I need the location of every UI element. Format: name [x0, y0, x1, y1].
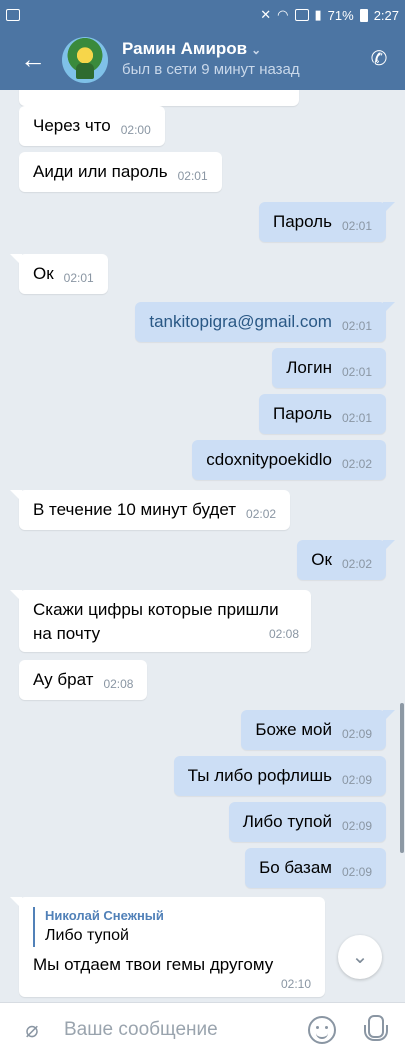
reply-message-bubble[interactable]: Николай Снежный Либо тупой Мы отдаем тво…: [10, 897, 325, 997]
message-text: Боже мой: [255, 720, 332, 739]
message-bubble[interactable]: Боже мой 02:09: [241, 710, 395, 750]
wifi-icon: ◠: [277, 7, 289, 22]
message-bubble[interactable]: Пароль 02:01: [258, 202, 396, 242]
message-text: Аиди или пароль: [33, 162, 168, 181]
contact-name[interactable]: Рамин Амиров ⌄: [122, 39, 261, 59]
message-bubble[interactable]: Через что 02:00: [19, 106, 165, 146]
mute-icon: ✕: [260, 7, 272, 22]
message-bubble[interactable]: Ок 02:01: [10, 254, 108, 294]
message-bubble[interactable]: В течение 10 минут будет 02:02: [9, 490, 291, 530]
message-bubble[interactable]: Пароль 02:01: [258, 394, 386, 434]
message-text: Скажи цифры которые пришли на почту: [33, 600, 279, 643]
message-text: Пароль: [272, 212, 332, 231]
message-bubble[interactable]: Ау брат 02:08: [19, 660, 148, 700]
message-bubble[interactable]: Скажи цифры которые пришли на почту 02:08: [10, 590, 311, 652]
phone-icon[interactable]: ✆: [364, 44, 394, 74]
message-time: 02:02: [341, 457, 372, 471]
message-text: Мы отдаем твои гемы другому: [33, 955, 274, 974]
message-bubble[interactable]: Ты либо рофлишь 02:09: [173, 756, 386, 796]
message-input[interactable]: Ваше сообщение: [64, 1019, 218, 1041]
message-text: Ок: [311, 550, 332, 569]
message-time: 02:02: [246, 507, 277, 521]
back-arrow-icon[interactable]: ←: [18, 44, 48, 74]
message-time: 02:01: [177, 169, 208, 183]
quoted-message[interactable]: Николай Снежный Либо тупой: [33, 907, 164, 947]
message-bubble[interactable]: Аиди или пароль 02:01: [19, 152, 222, 192]
message-text: Ау брат: [33, 670, 94, 689]
message-text: Ок: [33, 264, 54, 283]
avatar[interactable]: [62, 37, 108, 83]
message-time: 02:09: [341, 727, 372, 741]
message-text: cdoxnitypoekidlo: [206, 450, 332, 469]
signal-icon: ▮: [314, 7, 322, 22]
message-text: В течение 10 минут будет: [33, 500, 237, 519]
microphone-icon[interactable]: [360, 1015, 388, 1047]
message-text: Либо тупой: [242, 812, 332, 831]
message-time: 02:09: [341, 865, 372, 879]
last-seen-status: был в сети 9 минут назад: [122, 61, 300, 78]
status-bar: ✕ ◠ ▮ 71% 2:27: [0, 0, 405, 30]
sim-icon: [294, 9, 309, 21]
clock: 2:27: [373, 7, 399, 23]
message-text: Логин: [286, 358, 332, 377]
message-bubble[interactable]: Бо базам 02:09: [245, 848, 386, 888]
message-text: Через что: [33, 116, 111, 135]
message-text: Ты либо рофлишь: [187, 766, 332, 785]
message-time: 02:10: [280, 977, 311, 991]
message-bubble[interactable]: cdoxnitypoekidlo 02:02: [192, 440, 386, 480]
message-time: 02:01: [341, 411, 372, 425]
quote-author: Николай Снежный: [45, 908, 164, 923]
chevron-down-icon: ⌄: [351, 946, 369, 968]
scroll-down-button[interactable]: ⌄: [338, 935, 382, 979]
message-time: 02:08: [268, 627, 299, 641]
message-time: 02:01: [341, 219, 372, 233]
scrollbar[interactable]: [400, 703, 404, 853]
message-bubble-partial[interactable]: [19, 90, 299, 106]
message-list[interactable]: Через что 02:00 Аиди или пароль 02:01 Паро…: [0, 90, 405, 1002]
message-bubble[interactable]: Логин 02:01: [272, 348, 386, 388]
message-time: 02:01: [341, 365, 372, 379]
message-bubble[interactable]: Либо тупой 02:09: [228, 802, 386, 842]
message-time: 02:08: [103, 677, 134, 691]
message-time: 02:09: [341, 773, 372, 787]
message-time: 02:09: [341, 819, 372, 833]
message-bubble[interactable]: Ок 02:02: [297, 540, 395, 580]
gallery-notification-icon: [6, 9, 20, 21]
quote-text: Либо тупой: [45, 927, 129, 944]
message-text: Пароль: [272, 404, 332, 423]
message-text: Бо базам: [259, 858, 332, 877]
chevron-down-icon: ⌄: [251, 43, 262, 57]
emoji-icon[interactable]: [308, 1016, 336, 1044]
email-link[interactable]: tankitopigra@gmail.com: [149, 312, 332, 332]
chat-header: ← Рамин Амиров ⌄ был в сети 9 минут назад…: [0, 30, 405, 90]
message-time: 02:01: [341, 319, 372, 333]
battery-icon: [359, 8, 368, 22]
message-bubble[interactable]: tankitopigra@gmail.com 02:01: [135, 302, 395, 342]
message-time: 02:01: [63, 271, 94, 285]
attach-icon[interactable]: ⌀: [17, 1015, 47, 1045]
message-time: 02:00: [120, 123, 151, 137]
battery-percent: 71%: [327, 7, 354, 23]
message-composer: ⌀ Ваше сообщение: [0, 1002, 405, 1057]
message-time: 02:02: [341, 557, 372, 571]
